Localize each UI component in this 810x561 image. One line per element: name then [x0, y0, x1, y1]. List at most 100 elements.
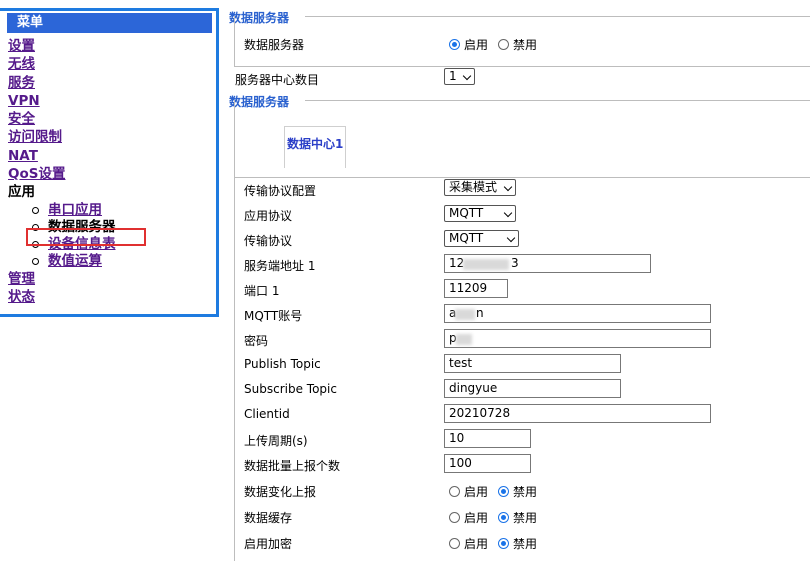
clientid-label: Clientid [244, 407, 290, 421]
app-protocol-label: 应用协议 [244, 209, 293, 223]
batch-count-input[interactable]: 100 [444, 454, 531, 473]
fieldset-line-1 [305, 16, 810, 17]
encryption-enable-radio[interactable] [449, 538, 460, 549]
menu-link-status[interactable]: 状态 [8, 289, 35, 305]
change-report-disable-label: 禁用 [513, 485, 538, 499]
server-address-input[interactable]: 12 3 [444, 254, 651, 273]
change-report-radio-group: 启用 禁用 [449, 483, 547, 500]
menu-item-nat[interactable]: NAT [8, 147, 116, 165]
clientid-input[interactable]: 20210728 [444, 404, 711, 423]
app-protocol-select[interactable]: MQTT [444, 205, 516, 222]
server-address-value-end: 3 [511, 256, 519, 270]
chevron-down-icon [503, 208, 513, 218]
upload-period-input[interactable]: 10 [444, 429, 531, 448]
menu-link-security[interactable]: 安全 [8, 111, 35, 127]
submenu-link-serial[interactable]: 串口应用 [48, 202, 102, 218]
fieldset-line-2 [305, 100, 810, 101]
subscribe-topic-label: Subscribe Topic [244, 382, 337, 396]
menu-item-application: 应用 [8, 183, 116, 201]
publish-topic-label: Publish Topic [244, 357, 321, 371]
upload-period-label: 上传周期(s) [244, 434, 308, 448]
transport-config-label: 传输协议配置 [244, 184, 317, 198]
server-disable-label: 禁用 [513, 38, 538, 52]
mqtt-account-input[interactable]: a n [444, 304, 711, 323]
data-cache-disable-label: 禁用 [513, 511, 538, 525]
menu-item-status[interactable]: 状态 [8, 288, 116, 306]
section1-legend: 数据服务器 [229, 9, 294, 26]
batch-count-label: 数据批量上报个数 [244, 459, 341, 473]
transport-protocol-select[interactable]: MQTT [444, 230, 519, 247]
menu-link-wireless[interactable]: 无线 [8, 56, 35, 72]
change-report-disable-radio[interactable] [498, 486, 510, 497]
redaction-blur [463, 259, 509, 270]
encryption-disable-label: 禁用 [513, 537, 538, 551]
menu-item-qos[interactable]: QoS设置 [8, 165, 116, 183]
chevron-down-icon [462, 71, 472, 81]
menu-link-qos[interactable]: QoS设置 [8, 166, 65, 182]
menu-item-access-limit[interactable]: 访问限制 [8, 128, 116, 146]
menu-link-manage[interactable]: 管理 [8, 271, 35, 287]
menu-item-settings[interactable]: 设置 [8, 37, 116, 55]
server-label: 数据服务器 [244, 38, 305, 52]
app-protocol-value: MQTT [449, 206, 484, 220]
encryption-radio-group: 启用 禁用 [449, 535, 547, 552]
tab-divider [234, 177, 810, 178]
password-input[interactable]: p [444, 329, 711, 348]
password-label: 密码 [244, 334, 269, 348]
encryption-enable-label: 启用 [464, 537, 489, 551]
highlight-annotation [26, 228, 146, 246]
menu-title: 菜单 [7, 13, 212, 33]
submenu-item-value-calc[interactable]: 数值运算 [30, 253, 116, 270]
fieldset-bottom-1 [234, 66, 810, 67]
data-cache-radio-group: 启用 禁用 [449, 509, 547, 526]
submenu-item-serial[interactable]: 串口应用 [30, 202, 116, 219]
server-enable-radio[interactable] [449, 39, 460, 50]
change-report-enable-radio[interactable] [449, 486, 460, 497]
menu-link-access-limit[interactable]: 访问限制 [8, 129, 62, 145]
transport-config-value: 采集模式 [449, 180, 498, 194]
port-input[interactable]: 11209 [444, 279, 508, 298]
menu-item-manage[interactable]: 管理 [8, 270, 116, 288]
change-report-enable-label: 启用 [464, 485, 489, 499]
menu-item-vpn[interactable]: VPN [8, 92, 116, 110]
menu-list: 设置 无线 服务 VPN 安全 访问限制 NAT QoS设置 应用 串口应用 数… [8, 37, 116, 306]
mqtt-account-label: MQTT账号 [244, 309, 303, 323]
server-address-label: 服务端地址 1 [244, 259, 316, 273]
data-cache-enable-label: 启用 [464, 511, 489, 525]
transport-protocol-label: 传输协议 [244, 234, 293, 248]
subscribe-topic-input[interactable]: dingyue [444, 379, 621, 398]
encryption-label: 启用加密 [244, 537, 293, 551]
server-radio-group: 启用 禁用 [449, 36, 547, 53]
encryption-disable-radio[interactable] [498, 538, 510, 549]
menu-link-nat[interactable]: NAT [8, 148, 38, 164]
transport-config-select[interactable]: 采集模式 [444, 179, 516, 196]
section2-legend: 数据服务器 [229, 93, 294, 110]
redaction-blur [455, 309, 475, 320]
transport-protocol-value: MQTT [449, 231, 484, 245]
submenu-link-value-calc[interactable]: 数值运算 [48, 253, 102, 269]
server-address-value-start: 12 [449, 256, 465, 270]
chevron-down-icon [506, 233, 516, 243]
server-disable-radio[interactable] [498, 39, 510, 50]
change-report-label: 数据变化上报 [244, 485, 317, 499]
tab-data-center-1[interactable]: 数据中心1 [284, 126, 346, 168]
menu-link-service[interactable]: 服务 [8, 75, 35, 91]
menu-label-application: 应用 [8, 184, 35, 201]
menu-item-service[interactable]: 服务 [8, 74, 116, 92]
data-cache-enable-radio[interactable] [449, 512, 460, 523]
data-cache-disable-radio[interactable] [498, 512, 510, 523]
mqtt-account-value-end: n [476, 306, 484, 320]
menu-link-settings[interactable]: 设置 [8, 38, 35, 54]
menu-link-vpn[interactable]: VPN [8, 93, 40, 109]
redaction-blur [456, 334, 472, 345]
port-label: 端口 1 [244, 284, 280, 298]
publish-topic-input[interactable]: test [444, 354, 621, 373]
center-count-value: 1 [449, 69, 457, 83]
center-count-select[interactable]: 1 [444, 68, 475, 85]
chevron-down-icon [503, 182, 513, 192]
fieldset-left-1 [234, 16, 235, 66]
menu-item-wireless[interactable]: 无线 [8, 55, 116, 73]
menu-item-security[interactable]: 安全 [8, 110, 116, 128]
fieldset-left-2 [234, 100, 235, 561]
server-enable-label: 启用 [464, 38, 489, 52]
